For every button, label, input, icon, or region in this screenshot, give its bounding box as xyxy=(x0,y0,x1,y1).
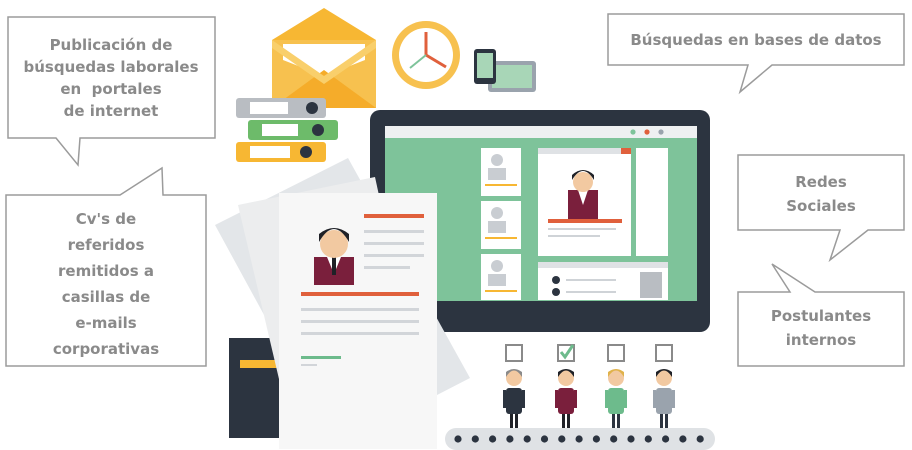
envelope-icon xyxy=(272,8,376,108)
candidate-figure xyxy=(605,369,627,428)
screen-card-list xyxy=(481,148,521,300)
belt-dot xyxy=(627,435,635,443)
bubble-line: internos xyxy=(785,331,857,349)
candidates-row xyxy=(503,344,675,428)
bubble-referidos-text: Cv's de referidos remitidos a casillas d… xyxy=(10,206,202,362)
bubble-line: remitidos a xyxy=(58,262,154,280)
candidate-checkbox[interactable] xyxy=(655,344,673,362)
candidate-4 xyxy=(653,344,675,428)
belt-dot xyxy=(575,435,583,443)
candidate-2 xyxy=(555,344,577,428)
binders-icon xyxy=(236,98,338,162)
candidate-checkbox[interactable] xyxy=(505,344,523,362)
bubble-line: Cv's de xyxy=(75,210,137,228)
candidate-figure xyxy=(555,369,577,428)
candidate-1 xyxy=(503,344,525,428)
bubble-postulantes-text: Postulantes internos xyxy=(742,304,900,352)
bubble-line: corporativas xyxy=(52,340,160,358)
bubble-line: referidos xyxy=(67,236,145,254)
candidate-3 xyxy=(605,344,627,428)
bubble-redes-text: Redes Sociales xyxy=(742,170,900,218)
belt-dot xyxy=(558,435,566,443)
recruitment-illustration: Publicación de búsquedas laborales en po… xyxy=(0,0,912,450)
belt-dot xyxy=(454,435,462,443)
belt-dot xyxy=(679,435,687,443)
candidate-figure xyxy=(653,369,675,428)
belt-dot xyxy=(506,435,514,443)
screen-candidate-avatar xyxy=(568,170,598,220)
belt-dot xyxy=(644,435,652,443)
bubble-line: Sociales xyxy=(786,197,856,215)
belt-dot xyxy=(592,435,601,443)
belt-dot xyxy=(662,435,670,443)
conveyor-belt xyxy=(445,428,715,450)
bubble-line: e-mails xyxy=(75,314,137,332)
belt-dot xyxy=(523,435,531,443)
bubble-line: Postulantes xyxy=(770,307,872,325)
belt-dot xyxy=(489,435,497,443)
devices-icon xyxy=(474,49,536,92)
bubble-line: en portales xyxy=(60,80,162,98)
bubble-publicacion-text: Publicación de búsquedas laborales en po… xyxy=(18,34,204,122)
candidate-checkbox[interactable] xyxy=(607,344,625,362)
belt-dot xyxy=(471,435,479,443)
bubble-line: Búsquedas en bases de datos xyxy=(630,31,882,49)
clock-icon xyxy=(392,21,460,89)
bubble-line: Redes xyxy=(795,173,847,191)
bubble-line: Publicación de xyxy=(49,36,173,54)
bubble-line: casillas de xyxy=(61,288,151,306)
bubble-busquedas-text: Búsquedas en bases de datos xyxy=(612,30,900,50)
belt-dot xyxy=(540,435,549,443)
bubble-line: de internet xyxy=(63,102,159,120)
bubble-busquedas-outline xyxy=(607,13,905,95)
bubble-line: búsquedas laborales xyxy=(23,58,199,76)
candidate-checkbox[interactable] xyxy=(557,344,575,362)
belt-dot xyxy=(610,435,618,443)
candidate-figure xyxy=(503,369,525,428)
belt-dot xyxy=(696,435,704,443)
